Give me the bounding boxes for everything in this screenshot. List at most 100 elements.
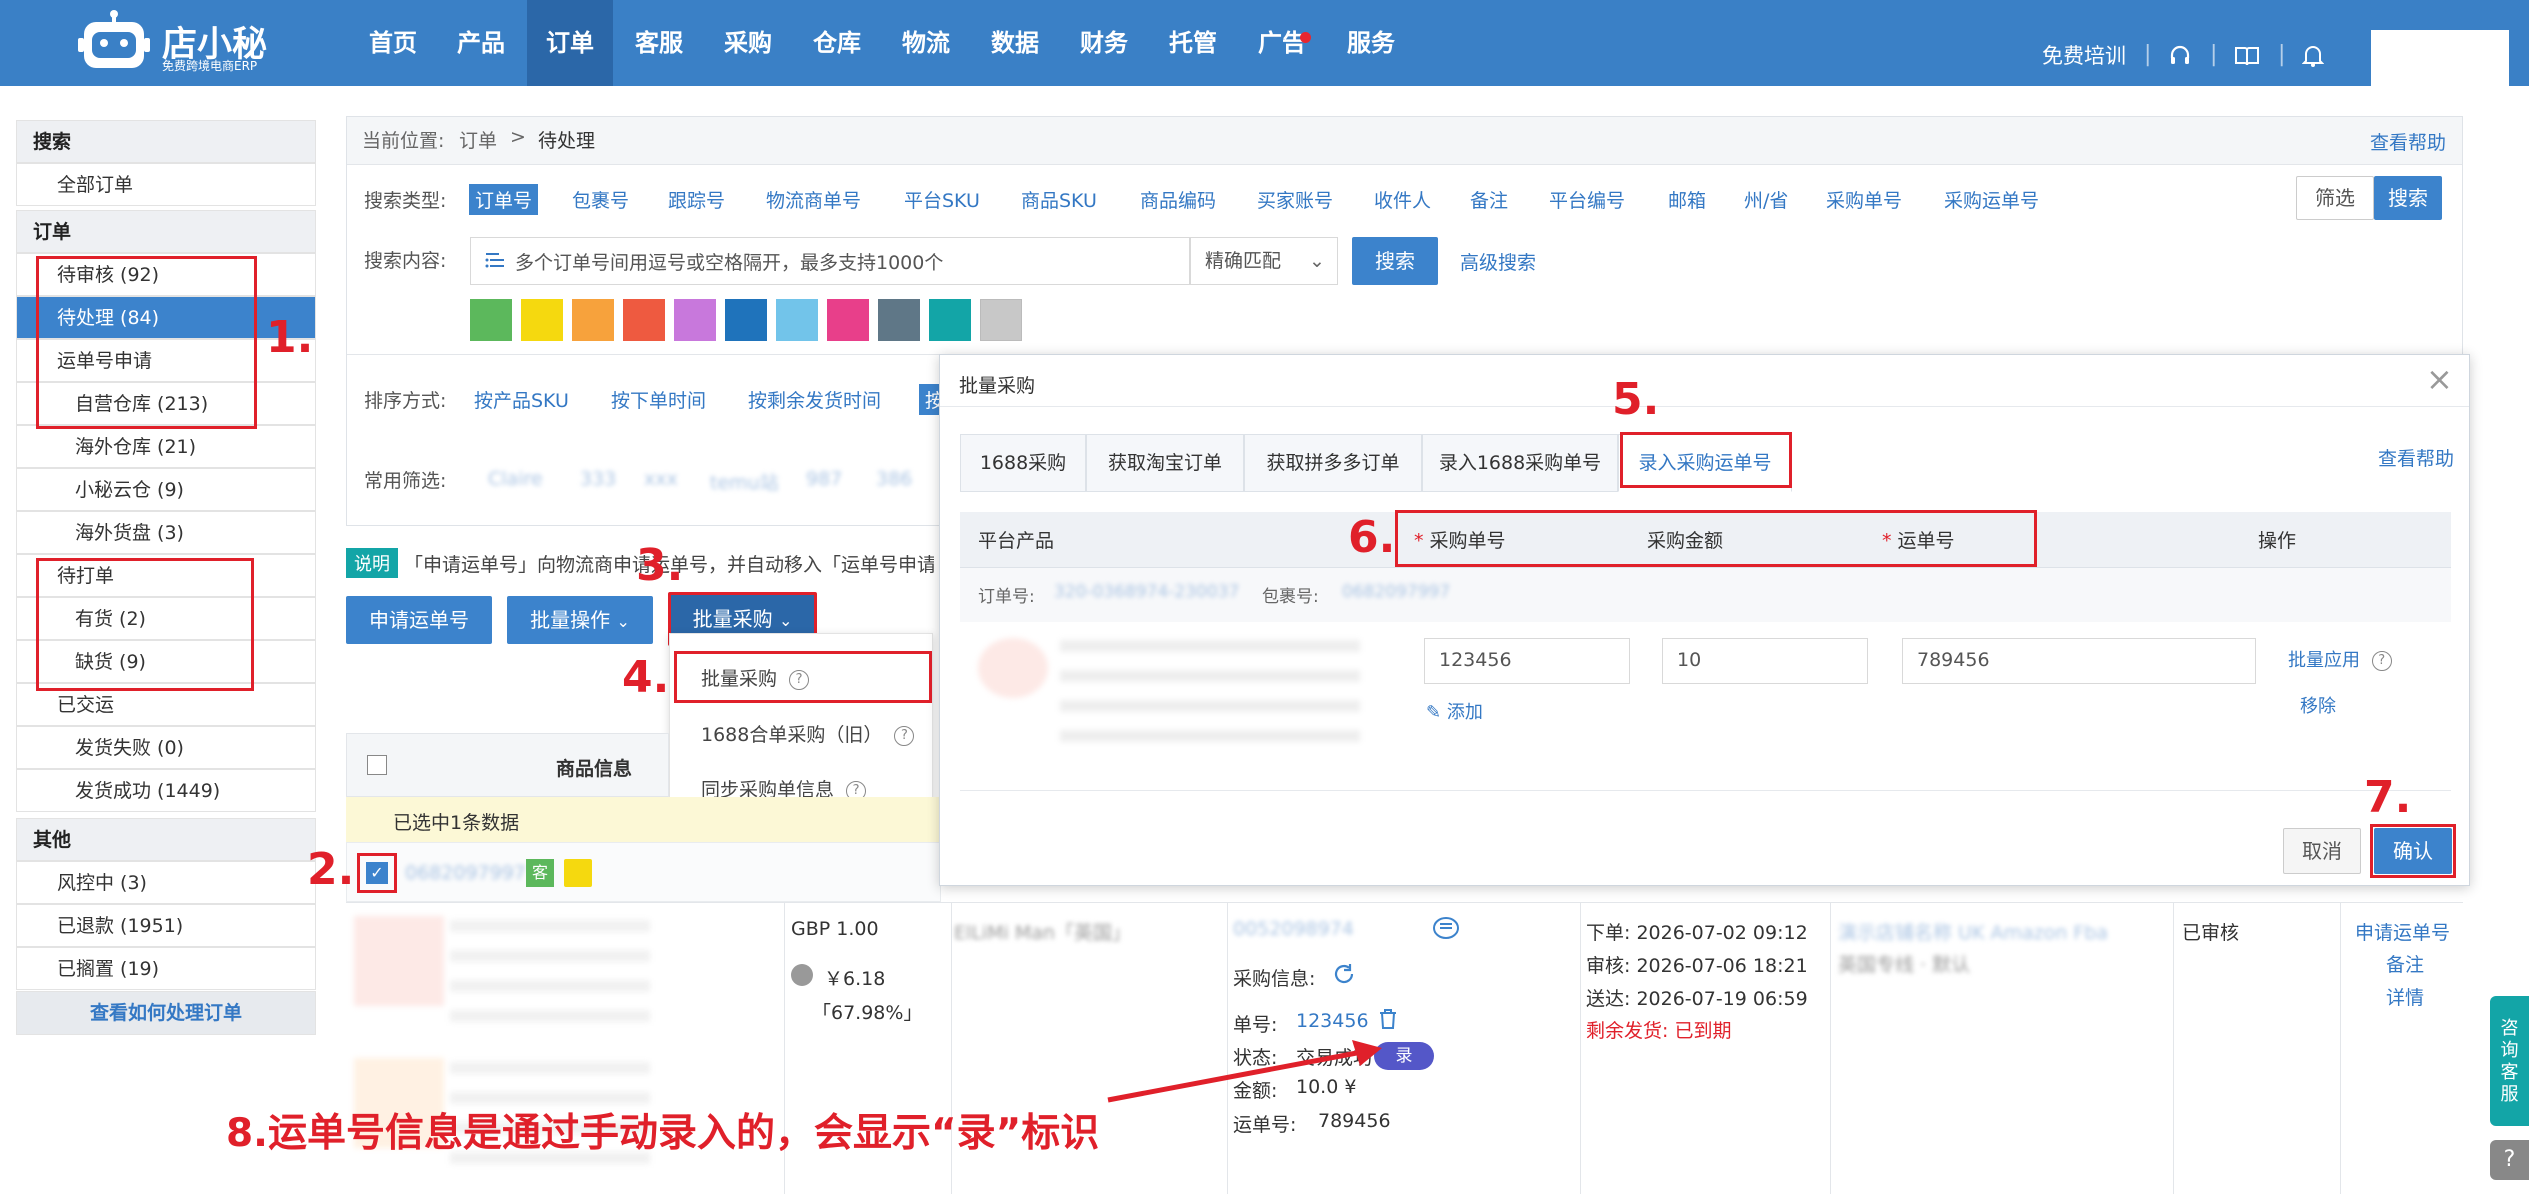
single-no-link[interactable]: 123456 <box>1296 1010 1369 1032</box>
nav-ads[interactable]: 广告 <box>1239 0 1325 86</box>
nav-orders[interactable]: 订单 <box>527 0 613 86</box>
nav-products[interactable]: 产品 <box>438 0 524 86</box>
batch-operation-button[interactable]: 批量操作 ⌄ <box>507 596 653 644</box>
nav-finance[interactable]: 财务 <box>1061 0 1147 86</box>
sidebar-item-overseas-warehouse[interactable]: 海外仓库 (21) <box>16 425 316 468</box>
row-detail-link[interactable]: 详情 <box>2386 983 2424 1010</box>
search-input[interactable]: 多个订单号间用逗号或空格隔开，最多支持1000个 <box>470 237 1190 285</box>
select-all-checkbox[interactable] <box>367 755 387 775</box>
search-type-buyer-account[interactable]: 买家账号 <box>1257 186 1333 213</box>
color-tag-orange[interactable] <box>572 299 614 341</box>
color-tag-pink[interactable] <box>827 299 869 341</box>
color-tag-yellow[interactable] <box>521 299 563 341</box>
purchase-no-input[interactable]: 123456 <box>1424 638 1630 684</box>
dropdown-item-batch-purchase[interactable]: 批量采购 ? <box>701 664 810 691</box>
refresh-icon[interactable] <box>1332 962 1356 991</box>
sidebar-item-overseas-pallet[interactable]: 海外货盘 (3) <box>16 511 316 554</box>
user-account-box[interactable] <box>2371 30 2509 86</box>
search-type-purchase-waybill[interactable]: 采购运单号 <box>1944 186 2039 213</box>
common-filter-item[interactable]: Claire <box>488 468 543 490</box>
search-type-email[interactable]: 邮箱 <box>1668 186 1706 213</box>
sidebar-item-cloud-warehouse[interactable]: 小秘云仓 (9) <box>16 468 316 511</box>
platform-order-number[interactable]: 0052098974 <box>1233 918 1431 940</box>
row-apply-waybill-link[interactable]: 申请运单号 <box>2355 918 2450 945</box>
free-training-link[interactable]: 免费培训 <box>2042 0 2126 112</box>
search-type-recipient[interactable]: 收件人 <box>1374 186 1431 213</box>
search-type-note[interactable]: 备注 <box>1470 186 1508 213</box>
common-filter-item[interactable]: 333 <box>580 468 616 490</box>
apply-waybill-button[interactable]: 申请运单号 <box>346 596 492 644</box>
color-tag-slate[interactable] <box>878 299 920 341</box>
sidebar-item-ship-success[interactable]: 发货成功 (1449) <box>16 769 316 812</box>
cancel-button[interactable]: 取消 <box>2283 828 2361 874</box>
batch-apply-link[interactable]: 批量应用 ? <box>2288 646 2392 672</box>
search-type-platform-sku[interactable]: 平台SKU <box>904 186 980 213</box>
common-filter-item[interactable]: temu站 <box>710 468 779 495</box>
modal-help-link[interactable]: 查看帮助 <box>2378 444 2454 471</box>
sort-by-remaining-time[interactable]: 按剩余发货时间 <box>748 386 881 413</box>
sort-by-sku[interactable]: 按产品SKU <box>474 386 569 413</box>
sidebar-help-link[interactable]: 查看如何处理订单 <box>16 991 316 1035</box>
row-checkbox-checked[interactable]: ✓ <box>366 862 388 884</box>
match-select[interactable]: 精确匹配 ⌄ <box>1190 237 1338 285</box>
nav-warehouse[interactable]: 仓库 <box>794 0 880 86</box>
color-tag-light-blue[interactable] <box>776 299 818 341</box>
sort-by-order-time[interactable]: 按下单时间 <box>611 386 706 413</box>
tab-taobao-orders[interactable]: 获取淘宝订单 <box>1086 434 1244 492</box>
search-mode-button[interactable]: 搜索 <box>2374 176 2442 220</box>
nav-data[interactable]: 数据 <box>972 0 1058 86</box>
search-type-carrier-no[interactable]: 物流商单号 <box>766 186 861 213</box>
remove-link[interactable]: 移除 <box>2300 692 2336 718</box>
search-type-product-code[interactable]: 商品编码 <box>1140 186 1216 213</box>
tab-1688-purchase[interactable]: 1688采购 <box>960 434 1086 492</box>
consult-service-button[interactable]: 咨询客服 <box>2490 996 2529 1126</box>
nav-hosting[interactable]: 托管 <box>1150 0 1236 86</box>
search-type-tracking-no[interactable]: 跟踪号 <box>668 186 725 213</box>
common-filter-item[interactable]: 386 <box>876 468 912 490</box>
breadcrumb-orders[interactable]: 订单 <box>459 126 497 153</box>
sidebar-item-ship-failed[interactable]: 发货失败 (0) <box>16 726 316 769</box>
order-number[interactable]: 0682097997 <box>405 862 526 884</box>
common-filter-item[interactable]: 987 <box>806 468 842 490</box>
filter-button[interactable]: 筛选 <box>2296 176 2374 220</box>
nav-home[interactable]: 首页 <box>350 0 436 86</box>
row-note-link[interactable]: 备注 <box>2386 950 2424 977</box>
search-type-platform-no[interactable]: 平台编号 <box>1549 186 1625 213</box>
search-type-product-sku[interactable]: 商品SKU <box>1021 186 1097 213</box>
nav-service[interactable]: 客服 <box>616 0 702 86</box>
search-type-package-no[interactable]: 包裹号 <box>572 186 629 213</box>
color-tag-none[interactable] <box>980 299 1022 341</box>
search-type-purchase-no[interactable]: 采购单号 <box>1826 186 1902 213</box>
tab-pdd-orders[interactable]: 获取拼多多订单 <box>1244 434 1422 492</box>
search-type-state[interactable]: 州/省 <box>1744 186 1788 213</box>
search-button[interactable]: 搜索 <box>1352 237 1438 285</box>
tab-enter-1688-no[interactable]: 录入1688采购单号 <box>1422 434 1618 492</box>
nav-logistics[interactable]: 物流 <box>883 0 969 86</box>
confirm-button[interactable]: 确认 <box>2374 828 2452 874</box>
color-tag-purple[interactable] <box>674 299 716 341</box>
dropdown-item-1688-merge[interactable]: 1688合单采购（旧） ? <box>701 720 915 747</box>
color-tag-red[interactable] <box>623 299 665 341</box>
search-type-order-no[interactable]: 订单号 <box>469 184 539 215</box>
chat-icon[interactable] <box>1432 916 1460 947</box>
product-thumbnail[interactable] <box>354 916 444 1006</box>
sidebar-item-refunded[interactable]: 已退款 (1951) <box>16 904 316 947</box>
headset-icon[interactable] <box>2168 44 2192 73</box>
color-tag-green[interactable] <box>470 299 512 341</box>
add-link[interactable]: ✎ 添加 <box>1426 698 1483 724</box>
bell-icon[interactable] <box>2301 44 2325 73</box>
advanced-search-link[interactable]: 高级搜索 <box>1460 248 1536 275</box>
help-link[interactable]: 查看帮助 <box>2370 128 2446 155</box>
color-tag-teal[interactable] <box>929 299 971 341</box>
help-question-icon[interactable]: ? <box>2490 1140 2529 1180</box>
nav-more-services[interactable]: 服务 <box>1328 0 1414 86</box>
sidebar-item-all-orders[interactable]: 全部订单 <box>16 163 316 206</box>
robot-logo-icon[interactable] <box>78 8 150 74</box>
sidebar-item-on-hold[interactable]: 已搁置 (19) <box>16 947 316 990</box>
book-icon[interactable] <box>2234 44 2260 73</box>
common-filter-item[interactable]: xxx <box>644 468 678 490</box>
nav-purchase[interactable]: 采购 <box>705 0 791 86</box>
purchase-amount-input[interactable]: 10 <box>1662 638 1868 684</box>
close-icon[interactable]: × <box>2426 360 2453 398</box>
waybill-input[interactable]: 789456 <box>1902 638 2256 684</box>
